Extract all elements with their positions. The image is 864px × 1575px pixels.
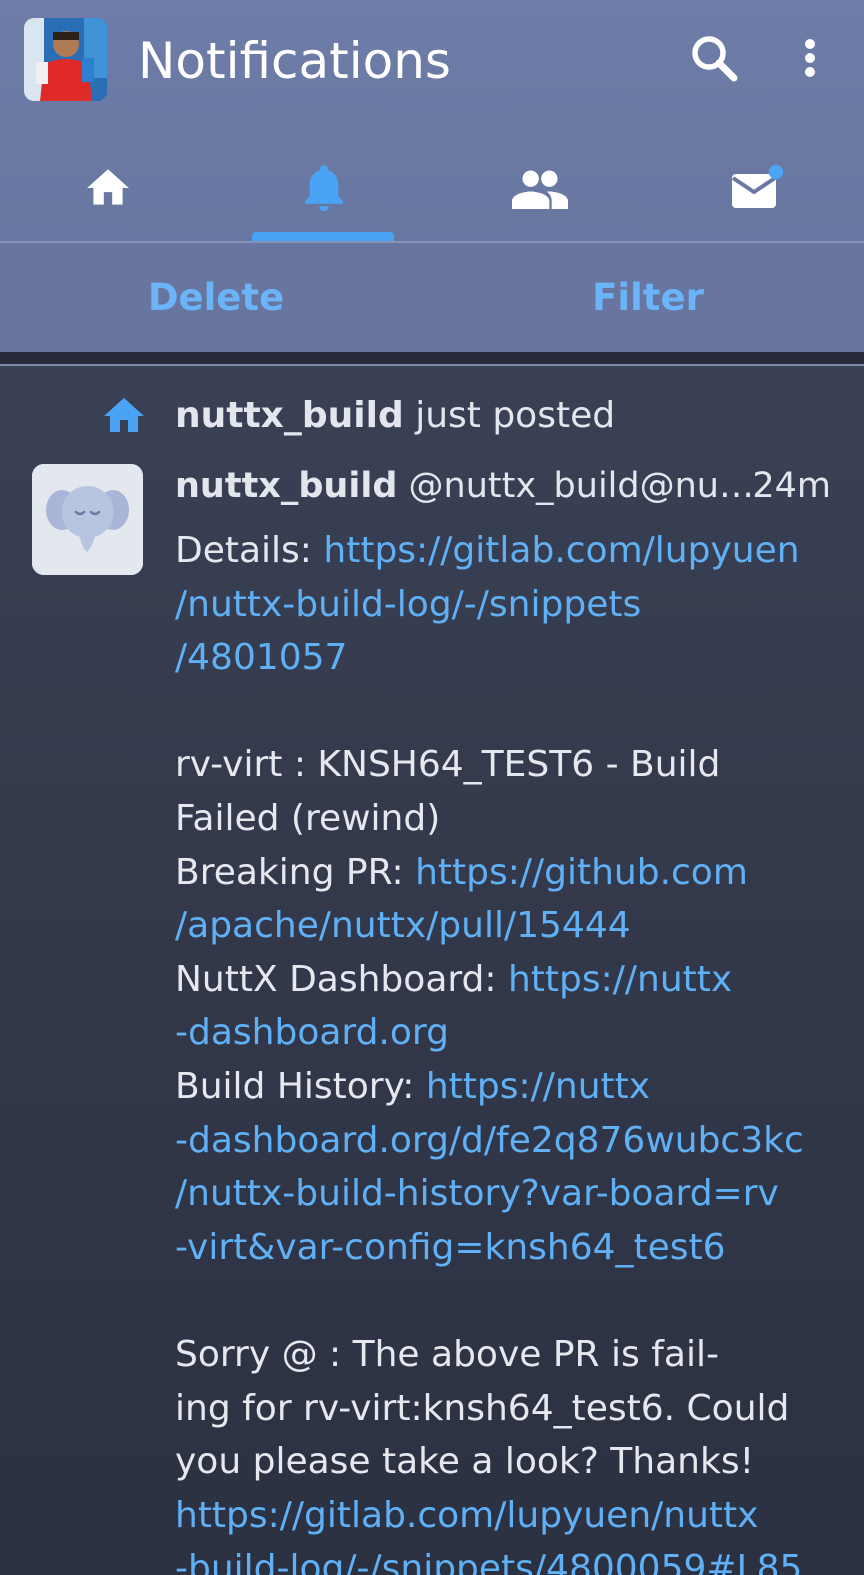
post-line: /nuttx-build-log/-/snippets xyxy=(175,578,835,632)
bell-icon xyxy=(304,165,344,211)
notification-actor[interactable]: nuttx_build xyxy=(175,395,404,436)
post-link[interactable]: https://gitlab.com/lupyuen/nuttx xyxy=(175,1495,758,1536)
post-line: Sorry @ : The above PR is fail- xyxy=(175,1328,835,1382)
post-text: you please take a look? Thanks! xyxy=(175,1441,755,1483)
post-line: Breaking PR: https://github.com xyxy=(175,846,835,900)
home-icon xyxy=(104,398,144,432)
delete-button[interactable]: Delete xyxy=(0,243,432,352)
post-line: /nuttx-build-history?var-board=rv xyxy=(175,1167,835,1221)
post-text: NuttX Dashboard: xyxy=(175,958,508,1000)
post-link[interactable]: -virt&var-config=knsh64_test6 xyxy=(175,1227,726,1268)
post-line xyxy=(175,685,835,739)
post-link[interactable]: https://nuttx xyxy=(426,1066,650,1107)
post-text: Sorry @ : The above PR is fail- xyxy=(175,1333,719,1375)
overflow-menu-button[interactable] xyxy=(796,34,824,86)
post-line: /4801057 xyxy=(175,631,835,685)
post-timestamp: 24m xyxy=(752,466,831,506)
post-link[interactable]: -build-log/-/snippets/4800059#L85 xyxy=(175,1548,802,1575)
action-bar: Delete Filter xyxy=(0,243,864,352)
tab-notifications[interactable] xyxy=(216,136,432,240)
post-text: Breaking PR: xyxy=(175,851,416,893)
page-title: Notifications xyxy=(138,32,451,90)
app-header: Notifications Delete Filter xyxy=(0,0,864,352)
user-avatar[interactable] xyxy=(24,18,107,101)
post-link[interactable]: /nuttx-build-history?var-board=rv xyxy=(175,1173,779,1214)
home-icon xyxy=(87,169,129,205)
post-link[interactable]: /nuttx-build-log/-/snippets xyxy=(175,584,641,625)
top-bar: Notifications xyxy=(0,0,864,124)
post-text: Failed (rewind) xyxy=(175,797,441,839)
post-link[interactable]: /apache/nuttx/pull/15444 xyxy=(175,905,631,946)
post-line: -virt&var-config=knsh64_test6 xyxy=(175,1221,835,1275)
post-handle[interactable]: @nuttx_build@nu… xyxy=(397,466,754,506)
post-link[interactable]: https://nuttx xyxy=(508,959,732,1000)
search-button[interactable] xyxy=(688,32,740,84)
post-link[interactable]: -dashboard.org xyxy=(175,1012,449,1053)
tab-people[interactable] xyxy=(432,136,648,240)
notification-verb: just posted xyxy=(403,395,616,436)
post-line: -dashboard.org/d/fe2q876wubc3kc xyxy=(175,1114,835,1168)
tab-home[interactable] xyxy=(0,136,216,240)
post-line: /apache/nuttx/pull/15444 xyxy=(175,899,835,953)
post-author-avatar[interactable] xyxy=(32,464,143,575)
notification-summary: nuttx_build just posted xyxy=(175,392,615,440)
more-vert-icon xyxy=(805,39,815,77)
post-link[interactable]: https://github.com xyxy=(415,852,748,893)
post-text: rv-virt : KNSH64_TEST6 - Build xyxy=(175,744,721,786)
tab-messages[interactable] xyxy=(648,136,864,240)
post-line: you please take a look? Thanks! xyxy=(175,1435,835,1489)
mail-icon xyxy=(731,164,784,208)
post-content[interactable]: Details: https://gitlab.com/lupyuen/nutt… xyxy=(175,524,835,1575)
post-line: Details: https://gitlab.com/lupyuen xyxy=(175,524,835,578)
post-line: -build-log/-/snippets/4800059#L85 xyxy=(175,1542,835,1575)
post-line: ing for rv-virt:knsh64_test6. Could xyxy=(175,1382,835,1436)
post-line: rv-virt : KNSH64_TEST6 - Build xyxy=(175,738,835,792)
notification-header: nuttx_build just posted xyxy=(0,386,864,446)
post-line: Build History: https://nuttx xyxy=(175,1060,835,1114)
tab-bar xyxy=(0,136,864,242)
notification-feed[interactable]: nuttx_build just posted nuttx_build @nut… xyxy=(0,366,864,1575)
post-text: ing for rv-virt:knsh64_test6. Could xyxy=(175,1387,790,1429)
post-link[interactable]: -dashboard.org/d/fe2q876wubc3kc xyxy=(175,1120,804,1161)
people-icon xyxy=(512,170,568,209)
post-text: Details: xyxy=(175,530,324,571)
post-display-name[interactable]: nuttx_build xyxy=(175,466,397,506)
search-icon xyxy=(692,36,738,82)
divider xyxy=(0,352,864,364)
post-line: -dashboard.org xyxy=(175,1006,835,1060)
post-line: https://gitlab.com/lupyuen/nuttx xyxy=(175,1489,835,1543)
unread-badge xyxy=(768,164,784,180)
post-line: Failed (rewind) xyxy=(175,792,835,846)
mastodon-elephant-icon xyxy=(32,464,143,575)
post-link[interactable]: https://gitlab.com/lupyuen xyxy=(323,530,799,571)
post-link[interactable]: /4801057 xyxy=(175,637,347,678)
post-text: Build History: xyxy=(175,1065,426,1107)
post-header: nuttx_build @nuttx_build@nu… 24m xyxy=(175,458,835,514)
filter-button[interactable]: Filter xyxy=(432,243,864,352)
post-line: NuttX Dashboard: https://nuttx xyxy=(175,953,835,1007)
user-avatar-image xyxy=(24,18,107,101)
post-line xyxy=(175,1274,835,1328)
